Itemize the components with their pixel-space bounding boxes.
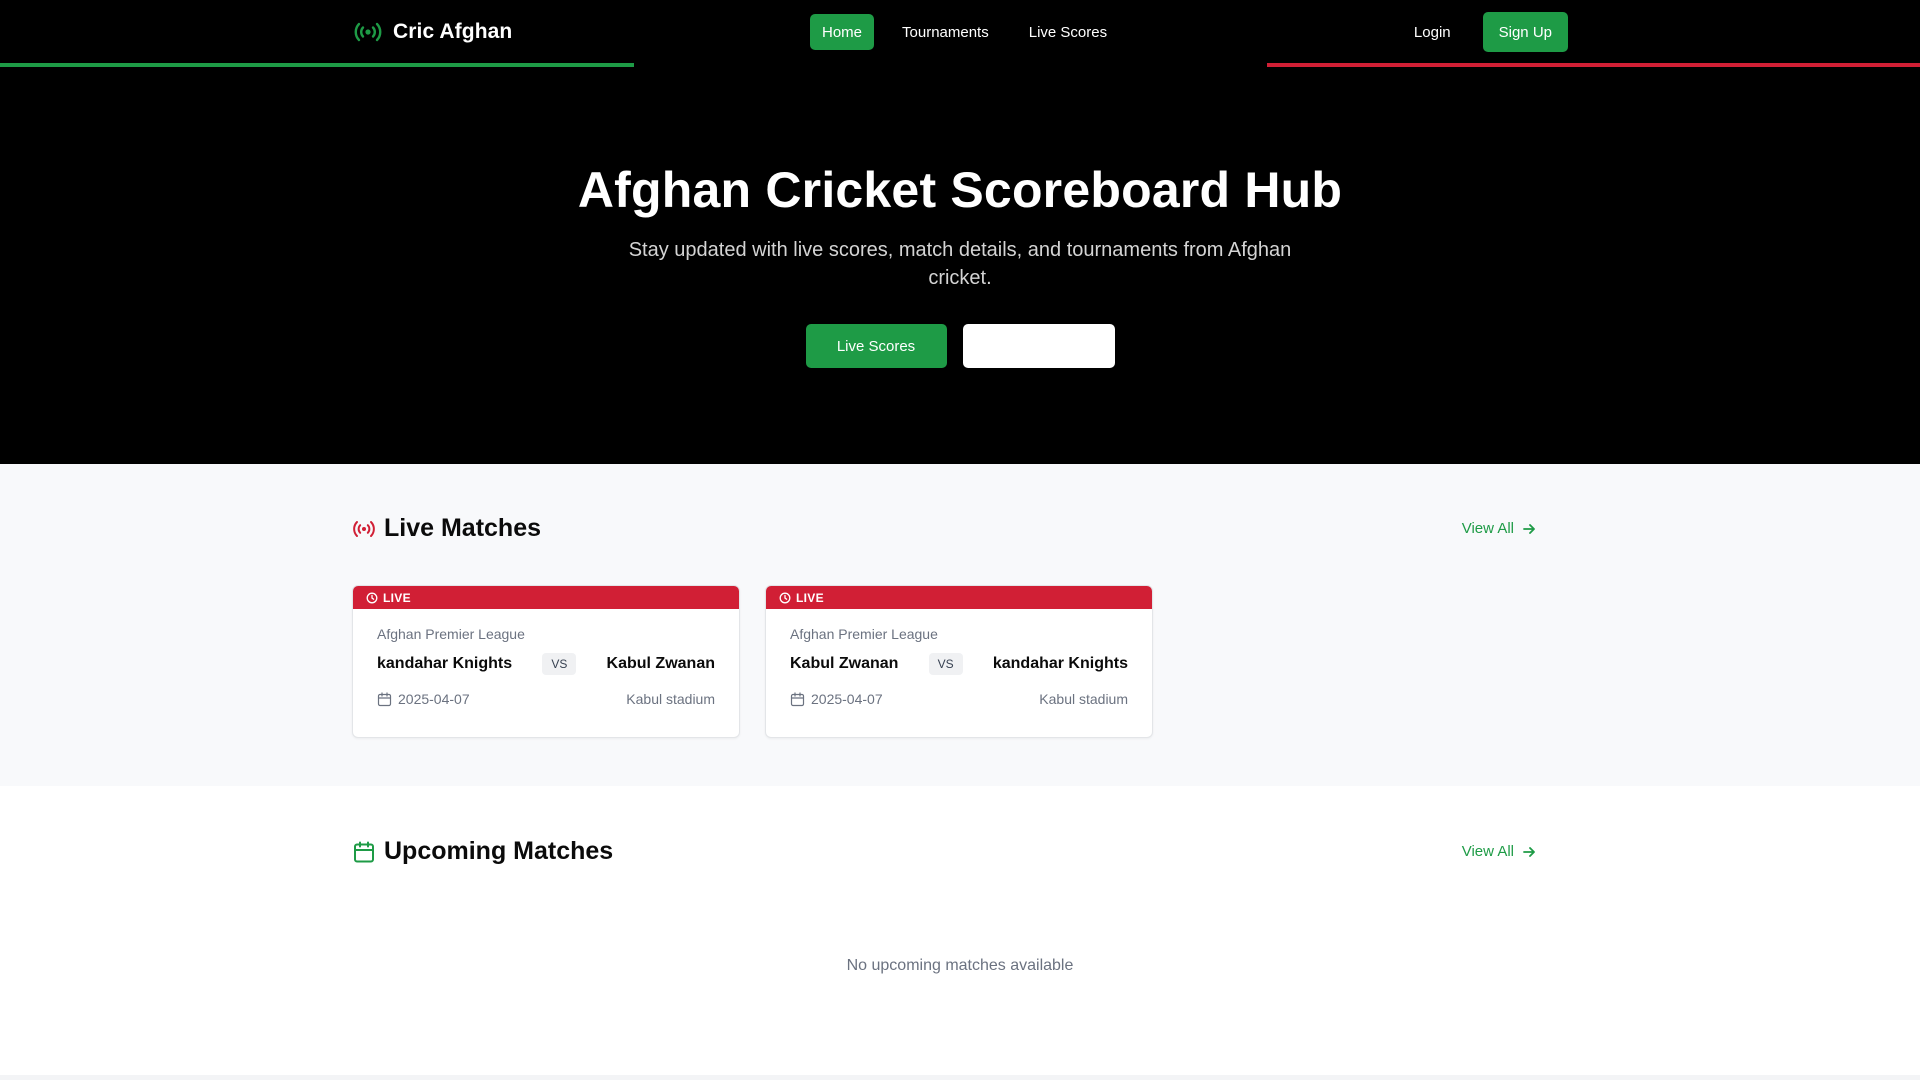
vs-badge: VS (928, 653, 963, 675)
clock-icon (779, 592, 791, 603)
team-b: kandahar Knights (992, 655, 1128, 672)
view-all-label: View All (1461, 520, 1514, 537)
live-match-card[interactable]: LIVE Afghan Premier League kandahar Knig… (352, 585, 740, 738)
hero-section: Afghan Cricket Scoreboard Hub Stay updat… (0, 69, 1920, 464)
hero-live-scores-button[interactable]: Live Scores (805, 324, 947, 368)
live-badge: LIVE (353, 586, 739, 609)
live-match-cards: LIVE Afghan Premier League kandahar Knig… (352, 585, 1153, 738)
top-navbar: Cric Afghan Home Tournaments Live Scores… (0, 0, 1920, 69)
hero-title: Afghan Cricket Scoreboard Hub (577, 162, 1343, 218)
hero-secondary-button[interactable] (962, 324, 1115, 368)
upcoming-matches-title: Upcoming Matches (384, 837, 614, 865)
match-meta: 2025-04-07 Kabul stadium (790, 691, 1128, 707)
main-nav: Home Tournaments Live Scores (810, 14, 1119, 50)
empty-upcoming-message: No upcoming matches available (846, 957, 1074, 974)
live-badge-label: LIVE (796, 590, 824, 605)
nav-tournaments[interactable]: Tournaments (890, 14, 1001, 50)
broadcast-icon (353, 520, 375, 537)
view-all-label: View All (1461, 843, 1514, 860)
live-badge: LIVE (766, 586, 1152, 609)
upcoming-matches-header: Upcoming Matches View All (352, 837, 1552, 866)
match-date: 2025-04-07 (790, 691, 883, 707)
live-matches-title-wrap: Live Matches (352, 514, 541, 543)
live-matches-title: Live Matches (384, 514, 542, 542)
match-date-text: 2025-04-07 (398, 691, 470, 707)
brand-name: Cric Afghan (393, 20, 513, 43)
live-badge-label: LIVE (383, 590, 411, 605)
nav-accent-green (0, 63, 634, 67)
signup-button[interactable]: Sign Up (1482, 12, 1568, 52)
nav-home[interactable]: Home (810, 14, 875, 50)
auth-actions: Login Sign Up (1398, 12, 1568, 52)
arrow-right-icon (1523, 846, 1535, 857)
match-meta: 2025-04-07 Kabul stadium (377, 691, 715, 707)
match-league: Afghan Premier League (377, 626, 525, 642)
team-b: Kabul Zwanan (606, 655, 715, 672)
match-date-text: 2025-04-07 (811, 691, 883, 707)
broadcast-icon (354, 22, 382, 42)
upcoming-title-wrap: Upcoming Matches (352, 837, 613, 866)
hero-actions: Live Scores (0, 324, 1920, 368)
upcoming-view-all-link[interactable]: View All (1446, 837, 1552, 866)
match-league: Afghan Premier League (790, 626, 938, 642)
login-link[interactable]: Login (1398, 14, 1467, 51)
calendar-icon (790, 691, 805, 706)
live-matches-section: Live Matches View All LIVE Afghan Premie… (0, 464, 1920, 786)
live-match-card[interactable]: LIVE Afghan Premier League Kabul Zwanan … (765, 585, 1153, 738)
live-view-all-link[interactable]: View All (1446, 514, 1552, 543)
clock-icon (366, 592, 378, 603)
hero-subtitle: Stay updated with live scores, match det… (628, 239, 1292, 289)
live-matches-header: Live Matches View All (352, 514, 1552, 543)
match-venue: Kabul stadium (626, 691, 715, 707)
nav-accent-red (1267, 63, 1920, 67)
arrow-right-icon (1523, 523, 1535, 534)
nav-live-scores[interactable]: Live Scores (1017, 14, 1119, 50)
team-a: kandahar Knights (377, 655, 513, 672)
team-a: Kabul Zwanan (790, 655, 899, 672)
vs-badge: VS (542, 653, 577, 675)
match-teams: kandahar Knights VS Kabul Zwanan (377, 652, 715, 676)
match-date: 2025-04-07 (377, 691, 470, 707)
brand[interactable]: Cric Afghan (352, 18, 512, 46)
match-venue: Kabul stadium (1039, 691, 1128, 707)
calendar-icon (377, 691, 392, 706)
footer-edge (0, 1075, 1920, 1080)
match-teams: Kabul Zwanan VS kandahar Knights (790, 652, 1128, 676)
upcoming-matches-section: Upcoming Matches View All No upcoming ma… (0, 786, 1920, 1075)
calendar-icon (354, 841, 374, 862)
